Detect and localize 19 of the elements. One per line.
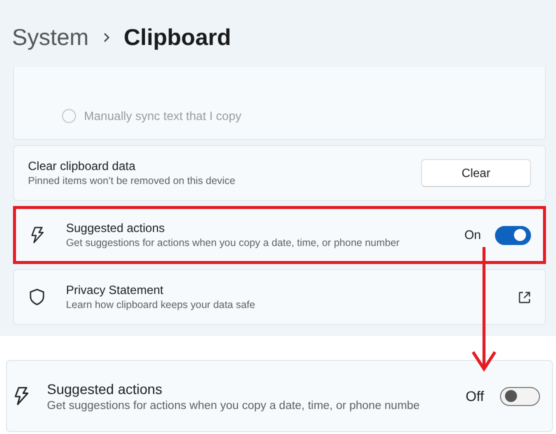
breadcrumb-parent[interactable]: System (12, 24, 89, 51)
setting-description: Pinned items won’t be removed on this device (28, 176, 236, 187)
chevron-right-icon (102, 32, 110, 43)
setting-title: Suggested actions (66, 221, 166, 235)
setting-description: Get suggestions for actions when you copy a date, time, or phone numbe (47, 400, 421, 412)
toggle-switch[interactable] (495, 226, 531, 244)
toggle-state-label: On (464, 228, 481, 242)
shield-icon (28, 288, 46, 306)
page-title: Clipboard (124, 24, 232, 51)
toggle-state-label: Off (466, 388, 484, 404)
toggle-switch[interactable] (500, 386, 540, 406)
radio-label: Manually sync text that I copy (84, 109, 242, 123)
clear-button[interactable]: Clear (421, 159, 531, 187)
setting-description: Get suggestions for actions when you copy a date, time, or phone number (66, 238, 401, 249)
setting-title: Suggested actions (47, 380, 164, 396)
setting-title: Clear clipboard data (28, 159, 136, 173)
setting-title: Privacy Statement (66, 283, 164, 297)
external-link-icon[interactable] (518, 290, 531, 304)
setting-description: Learn how clipboard keeps your data safe (66, 300, 256, 311)
